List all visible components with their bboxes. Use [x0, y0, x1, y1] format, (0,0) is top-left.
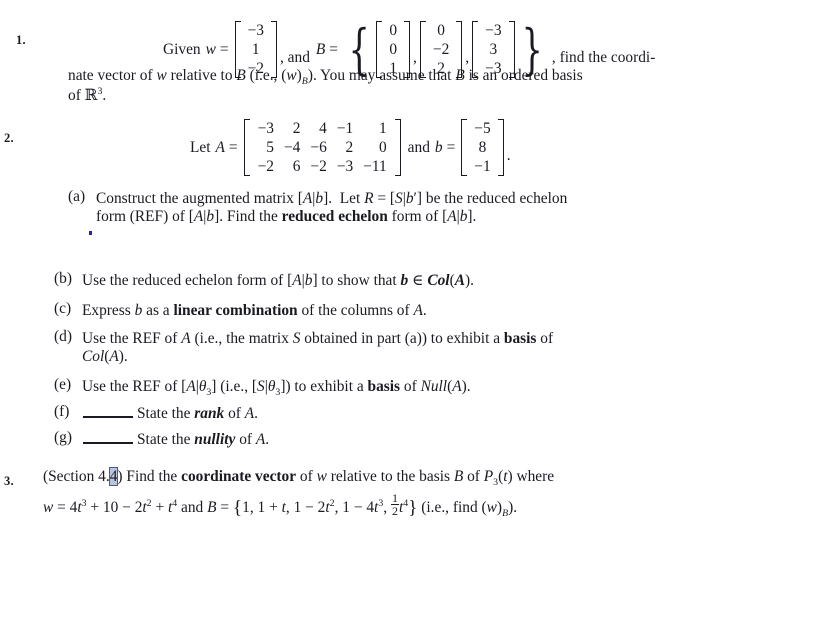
a-1-4: 0 [378, 139, 387, 156]
w-entry-0: −3 [247, 22, 264, 39]
problem-3-line-1: (Section 4.4) Find the coordinate vector… [43, 467, 555, 489]
bracket-left [243, 119, 250, 176]
part-g-label: (g) [54, 429, 72, 446]
part-c-text: Express b as a linear combination of the… [82, 302, 427, 319]
stray-cursor-artifact [89, 231, 92, 235]
trailing-period: . [506, 146, 511, 164]
part-g-text: State the nullity of A. [78, 429, 698, 450]
problem-1-B-symbol: B [315, 40, 326, 58]
equals-sign: = [228, 138, 238, 156]
problem-3-line-2: w = 4t3 + 10 − 2t2 + t4 and B = {1, 1 + … [43, 491, 518, 519]
bracket-right [394, 119, 401, 176]
b3-entry-1: 3 [489, 41, 498, 58]
part-c-label: (c) [54, 300, 72, 317]
a-0-1: 2 [292, 120, 301, 137]
a-2-2: −2 [310, 158, 327, 175]
part-d-text-line-2: Col(A). [82, 348, 128, 365]
part-f-label: (f) [54, 403, 70, 420]
part-e-text: Use the REF of [A|θ3] (i.e., [S|θ3]) to … [82, 378, 471, 399]
b-entry-1: 8 [478, 139, 487, 156]
matrix-A-symbol: A [215, 138, 225, 156]
a-1-3: 2 [345, 139, 354, 156]
problem-2-matrix-statement: Let A = −3 2 4 −1 1 5 −4 −6 2 0 −2 6 −2 … [190, 119, 514, 176]
w-entry-1: 1 [251, 41, 260, 58]
problem-1-equals: = [219, 40, 229, 58]
b-entry-2: −1 [474, 158, 491, 175]
a-2-3: −3 [336, 158, 354, 175]
one-half-fraction: 12 [390, 491, 399, 519]
b2-entry-0: 0 [437, 22, 445, 39]
matrix-row: −3 2 4 −1 1 [253, 119, 392, 138]
bracket-left [461, 119, 468, 176]
b-entry-0: −5 [474, 120, 491, 137]
a-2-4: −11 [363, 158, 387, 175]
part-f-text: State the rank of A. [78, 403, 698, 424]
problem-2-number: 2. [4, 131, 14, 145]
problem-3-number: 3. [4, 474, 14, 488]
a-0-4: 1 [378, 120, 387, 137]
problem-3-section-prefix: (Section 4. [43, 468, 110, 485]
matrix-row: −2 6 −2 −3 −11 [253, 157, 392, 176]
b2-entry-1: −2 [432, 41, 450, 58]
set-brace-close: } [521, 17, 543, 81]
a-1-2: −6 [310, 139, 327, 156]
part-f-answer-blank[interactable] [83, 404, 133, 418]
and-text: and [407, 138, 430, 156]
b3-entry-0: −3 [485, 22, 502, 39]
vector-b: −5 8 −1 [461, 119, 504, 176]
part-a-label: (a) [68, 188, 86, 205]
a-1-1: −4 [284, 139, 301, 156]
part-a-text-line-2: form (REF) of [A|b]. Find the reduced ec… [96, 208, 477, 225]
problem-1-lead-text: Given [163, 40, 201, 58]
problem-2-let-text: Let [190, 138, 211, 156]
problem-1-continuation-2: of ℝ3. [68, 85, 107, 104]
vector-b-symbol: b [434, 138, 443, 156]
matrix-A: −3 2 4 −1 1 5 −4 −6 2 0 −2 6 −2 −3 −11 [243, 119, 401, 176]
matrix-A-table: −3 2 4 −1 1 5 −4 −6 2 0 −2 6 −2 −3 −11 [253, 119, 392, 176]
part-b-text: Use the reduced echelon form of [A|b] to… [82, 272, 474, 289]
part-e-label: (e) [54, 376, 72, 393]
equals-sign-2: = [446, 138, 456, 156]
problem-3-section-suffix: ) [117, 468, 123, 485]
a-1-0: 5 [266, 139, 274, 156]
a-2-0: −2 [257, 158, 274, 175]
problem-1-number: 1. [16, 33, 26, 47]
set-brace-open: { [348, 17, 370, 81]
a-2-1: 6 [292, 158, 301, 175]
b1-entry-1: 0 [389, 41, 398, 58]
a-0-0: −3 [257, 120, 274, 137]
a-0-2: 4 [319, 120, 327, 137]
part-b-label: (b) [54, 270, 72, 287]
part-d-label: (d) [54, 328, 72, 345]
matrix-row: 5 −4 −6 2 0 [253, 138, 392, 157]
problem-1-continuation-1: nate vector of w relative to B (i.e., (w… [68, 67, 583, 88]
problem-1-equals-2: = [329, 40, 338, 58]
a-0-3: −1 [336, 120, 354, 137]
part-g-answer-blank[interactable] [83, 430, 133, 444]
problem-1-w-symbol: w [205, 40, 216, 58]
b1-entry-0: 0 [389, 22, 398, 39]
